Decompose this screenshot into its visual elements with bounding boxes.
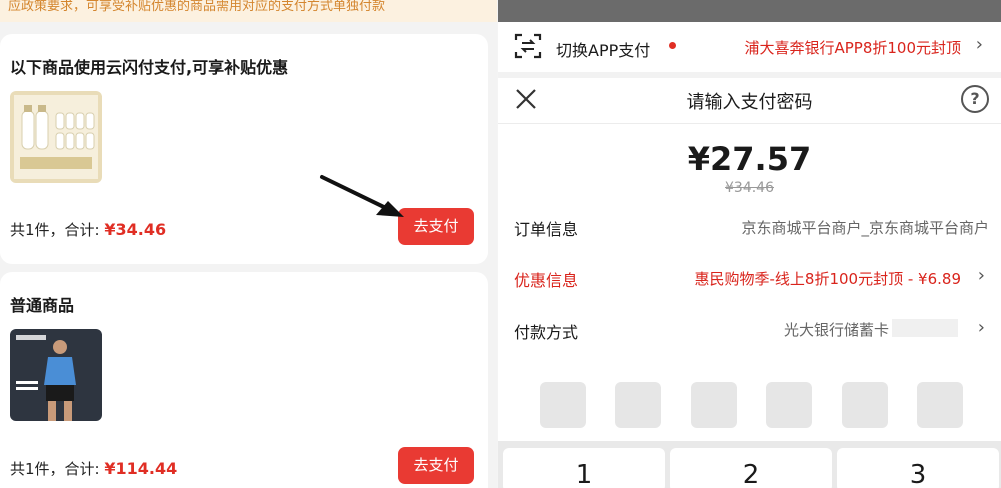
- row-label: 优惠信息: [514, 271, 579, 290]
- subsidy-order-card: 以下商品使用云闪付支付,可享补贴优惠 共1件，合计: ¥34.46 去支付: [0, 34, 488, 264]
- pin-digit-box: [766, 382, 812, 428]
- chevron-right-icon: ›: [975, 34, 983, 55]
- row-label: 付款方式: [514, 323, 579, 342]
- status-strip: [498, 0, 1001, 22]
- key-2[interactable]: 2: [670, 448, 832, 488]
- card-title: 以下商品使用云闪付支付,可享补贴优惠: [10, 58, 289, 77]
- key-1[interactable]: 1: [503, 448, 665, 488]
- sportswear-product-image[interactable]: [10, 329, 102, 421]
- row-value: 惠民购物季-线上8折100元封顶 - ¥6.89: [694, 270, 961, 288]
- scan-switch-icon: [514, 33, 542, 59]
- milk-product-image[interactable]: [10, 91, 102, 183]
- notification-dot: [669, 42, 676, 49]
- regular-order-card: 普通商品 共1件，合计: ¥114.44 去支付: [0, 272, 488, 488]
- order-list-panel: 应政策要求，可享受补贴优惠的商品需用对应的支付方式单独付款 以下商品使用云闪付支…: [0, 0, 497, 488]
- pin-digit-box: [842, 382, 888, 428]
- row-label: 订单信息: [514, 220, 579, 239]
- divider: [498, 123, 1001, 124]
- chevron-right-icon: ›: [977, 317, 985, 338]
- divider: [498, 72, 1001, 78]
- order-summary: 共1件，合计: ¥114.44: [10, 458, 177, 479]
- policy-notice: 应政策要求，可享受补贴优惠的商品需用对应的支付方式单独付款: [0, 0, 497, 22]
- item-count: 共1件，合计:: [10, 460, 105, 478]
- row-value: 京东商城平台商户_京东商城平台商户: [741, 219, 989, 237]
- pin-digit-box: [917, 382, 963, 428]
- masked-card-number: [892, 319, 958, 337]
- card-title: 普通商品: [10, 296, 75, 315]
- pin-digit-box: [615, 382, 661, 428]
- chevron-right-icon: ›: [977, 265, 985, 286]
- pay-amount: ¥27.57: [687, 140, 812, 178]
- key-3[interactable]: 3: [837, 448, 999, 488]
- pay-button[interactable]: 去支付: [398, 208, 474, 245]
- sheet-title: 请输入支付密码: [686, 92, 813, 113]
- item-count: 共1件，合计:: [10, 221, 105, 239]
- help-icon[interactable]: ?: [961, 85, 989, 113]
- annotation-arrow-icon: [320, 175, 404, 217]
- bank-promo-link[interactable]: 浦大喜奔银行APP8折100元封顶: [744, 37, 961, 58]
- pin-digit-box: [691, 382, 737, 428]
- original-amount: ¥34.46: [725, 180, 774, 196]
- payment-sheet: 切换APP支付 浦大喜奔银行APP8折100元封顶 › 请输入支付密码 ? ¥2…: [498, 0, 1001, 488]
- order-amount: ¥114.44: [104, 459, 178, 478]
- order-summary: 共1件，合计: ¥34.46: [10, 219, 166, 240]
- switch-app-label: 切换APP支付: [556, 41, 651, 60]
- row-value: 光大银行储蓄卡: [783, 321, 889, 339]
- order-amount: ¥34.46: [104, 220, 167, 239]
- switch-app-bar[interactable]: 切换APP支付 浦大喜奔银行APP8折100元封顶 ›: [498, 22, 1001, 72]
- pay-button[interactable]: 去支付: [398, 447, 474, 484]
- pin-digit-box: [540, 382, 586, 428]
